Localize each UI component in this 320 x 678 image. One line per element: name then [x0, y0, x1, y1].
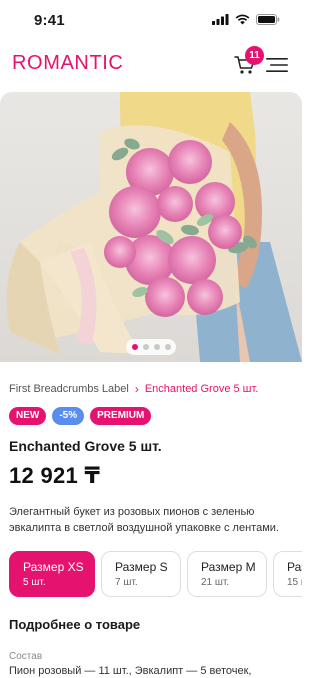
- badge-discount: -5%: [52, 407, 85, 425]
- size-count: 15 ш: [287, 577, 302, 588]
- badge-new: NEW: [9, 407, 47, 425]
- chevron-right-icon: ›: [134, 382, 139, 396]
- breadcrumb-link[interactable]: First Breadcrumbs Label: [9, 383, 129, 395]
- product-price: 12 921 ₸: [9, 463, 101, 488]
- size-label: Разм: [287, 560, 302, 574]
- wifi-icon: [235, 14, 250, 25]
- status-time: 9:41: [34, 12, 65, 29]
- brand-logo[interactable]: ROMANTIC: [12, 52, 123, 75]
- pagination-dot[interactable]: [153, 344, 160, 350]
- app-header: ROMANTIC 11: [0, 44, 302, 82]
- size-label: Размер XS: [23, 560, 84, 574]
- composition-value: Пион розовый — 11 шт., Эвкалипт — 5 вето…: [9, 665, 252, 677]
- status-bar: 9:41: [0, 0, 302, 40]
- product-badges: NEW -5% PREMIUM: [9, 407, 152, 425]
- size-option-s[interactable]: Размер S 7 шт.: [101, 551, 181, 597]
- composition-label: Состав: [9, 651, 43, 662]
- size-selector: Размер XS 5 шт. Размер S 7 шт. Размер M …: [9, 551, 302, 599]
- size-option-xs[interactable]: Размер XS 5 шт.: [9, 551, 95, 597]
- pagination-dot[interactable]: [164, 344, 171, 350]
- cart-count-badge: 11: [245, 46, 264, 65]
- bouquet-photo: [0, 92, 302, 362]
- size-label: Размер S: [115, 560, 168, 574]
- pagination-dot-active[interactable]: [131, 344, 138, 350]
- signal-icon: [212, 14, 229, 25]
- product-image-gallery[interactable]: [0, 92, 302, 362]
- size-count: 5 шт.: [23, 577, 46, 588]
- battery-icon: [256, 14, 280, 25]
- product-title: Enchanted Grove 5 шт.: [9, 438, 162, 454]
- size-count: 21 шт.: [201, 577, 230, 588]
- size-label: Размер M: [201, 560, 256, 574]
- size-option-l[interactable]: Разм 15 ш: [273, 551, 302, 597]
- size-count: 7 шт.: [115, 577, 138, 588]
- badge-premium: PREMIUM: [90, 407, 152, 425]
- menu-icon[interactable]: [266, 56, 288, 74]
- status-icons: [212, 14, 280, 25]
- size-option-m[interactable]: Размер M 21 шт.: [187, 551, 267, 597]
- gallery-pagination[interactable]: [126, 339, 176, 355]
- breadcrumb: First Breadcrumbs Label › Enchanted Grov…: [9, 382, 258, 396]
- product-description: Элегантный букет из розовых пионов с зел…: [9, 506, 279, 534]
- pagination-dot[interactable]: [142, 344, 149, 350]
- details-section-title: Подробнее о товаре: [9, 617, 141, 632]
- breadcrumb-current: Enchanted Grove 5 шт.: [144, 383, 259, 395]
